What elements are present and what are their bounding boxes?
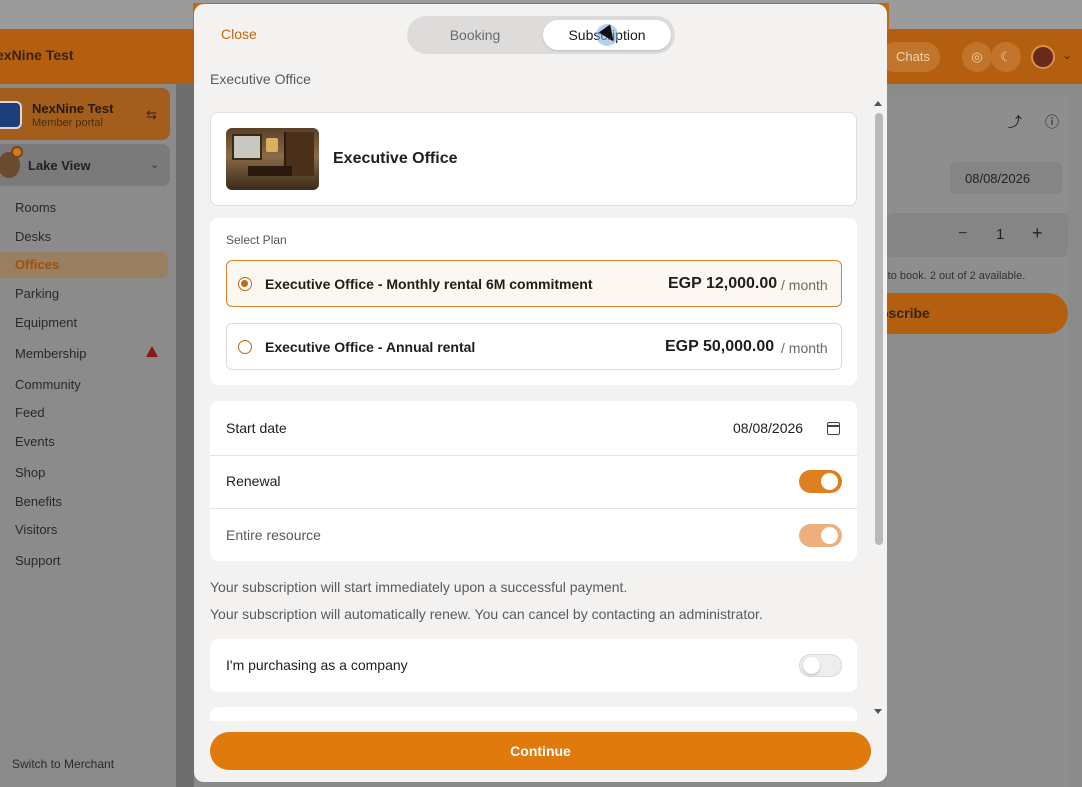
- next-card-peek: [210, 707, 857, 721]
- plan-radio-annual[interactable]: [238, 340, 252, 354]
- plan-period: / month: [781, 340, 828, 356]
- increment-button[interactable]: +: [1032, 223, 1043, 244]
- quantity-value: 1: [996, 226, 1005, 243]
- sidebar-item-visitors[interactable]: Visitors: [15, 522, 57, 537]
- section-title: Executive Office: [210, 71, 311, 87]
- company-label: I'm purchasing as a company: [226, 657, 408, 673]
- subscribe-button[interactable]: bscribe: [870, 293, 1068, 334]
- plan-radio-monthly[interactable]: [238, 277, 252, 291]
- scrollbar-thumb[interactable]: [875, 113, 883, 545]
- decrement-button[interactable]: −: [958, 225, 967, 243]
- scroll-up-arrow-icon[interactable]: [874, 101, 882, 106]
- plan-name: Executive Office - Monthly rental 6M com…: [265, 276, 593, 292]
- chevron-down-icon[interactable]: ⌄: [150, 158, 159, 171]
- org-name: NexNine Test: [32, 101, 114, 116]
- sidebar-item-parking[interactable]: Parking: [15, 286, 59, 301]
- plan-section-label: Select Plan: [226, 233, 287, 247]
- entire-resource-toggle: [799, 524, 842, 547]
- sidebar-item-equipment[interactable]: Equipment: [15, 315, 77, 330]
- app-title: exNine Test: [0, 47, 74, 63]
- close-button[interactable]: Close: [221, 26, 257, 42]
- tab-booking[interactable]: Booking: [411, 20, 539, 50]
- plan-period: / month: [781, 277, 828, 293]
- org-logo: [0, 101, 22, 129]
- booking-side-panel: [887, 95, 1068, 787]
- entire-resource-label: Entire resource: [226, 527, 321, 543]
- share-icon[interactable]: ⤴: [1008, 112, 1022, 132]
- scroll-down-arrow-icon[interactable]: [874, 709, 882, 714]
- date-value: 08/08/2026: [965, 171, 1031, 186]
- swap-icon[interactable]: ⇆: [146, 107, 157, 123]
- info-icon[interactable]: ⓘ: [1045, 112, 1059, 132]
- start-date-value[interactable]: 08/08/2026: [733, 420, 803, 436]
- plan-price: EGP 50,000.00: [665, 338, 775, 355]
- sidebar-item-feed[interactable]: Feed: [15, 405, 45, 420]
- sidebar-item-events[interactable]: Events: [15, 434, 55, 449]
- org-subtitle: Member portal: [32, 117, 103, 129]
- calendar-icon[interactable]: [827, 422, 840, 435]
- sidebar-item-shop[interactable]: Shop: [15, 465, 45, 480]
- moon-icon[interactable]: ☾: [991, 42, 1021, 72]
- main-content-edge: [176, 84, 194, 787]
- warning-icon: [146, 346, 158, 357]
- continue-button[interactable]: Continue: [210, 732, 871, 770]
- switch-to-merchant-link[interactable]: Switch to Merchant: [12, 757, 114, 771]
- user-avatar[interactable]: [1031, 45, 1055, 69]
- chevron-down-icon[interactable]: ⌄: [1062, 48, 1072, 62]
- payment-info-text: Your subscription will start immediately…: [210, 579, 628, 595]
- sidebar-item-community[interactable]: Community: [15, 377, 81, 392]
- start-date-label: Start date: [226, 420, 287, 436]
- sidebar-item-benefits[interactable]: Benefits: [15, 494, 62, 509]
- divider: [210, 508, 857, 509]
- resource-name: Executive Office: [333, 150, 458, 167]
- globe-icon[interactable]: ◎: [962, 42, 992, 72]
- renewal-label: Renewal: [226, 473, 281, 489]
- plan-name: Executive Office - Annual rental: [265, 339, 476, 355]
- renewal-toggle[interactable]: [799, 470, 842, 493]
- availability-text: ce to book. 2 out of 2 available.: [873, 270, 1026, 282]
- plan-price: EGP 12,000.00: [668, 275, 778, 292]
- sidebar-item-membership[interactable]: Membership: [15, 346, 87, 361]
- divider: [210, 455, 857, 456]
- location-badge: [11, 146, 23, 158]
- sidebar-item-desks[interactable]: Desks: [15, 229, 51, 244]
- chats-button[interactable]: Chats: [880, 42, 940, 72]
- sidebar-item-support[interactable]: Support: [15, 553, 61, 568]
- renewal-info-text: Your subscription will automatically ren…: [210, 606, 763, 622]
- sidebar-item-offices[interactable]: Offices: [15, 257, 59, 272]
- location-name: Lake View: [28, 158, 91, 173]
- sidebar-item-rooms[interactable]: Rooms: [15, 200, 56, 215]
- resource-image: [226, 128, 319, 190]
- company-toggle[interactable]: [799, 654, 842, 677]
